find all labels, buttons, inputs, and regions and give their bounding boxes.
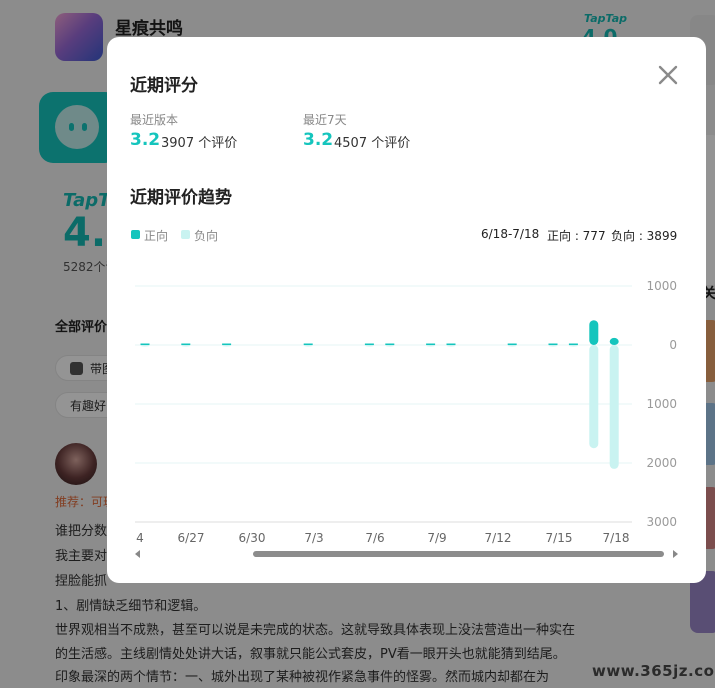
trend-title: 近期评价趋势 bbox=[130, 188, 232, 208]
x-tick-label: 7/3 bbox=[304, 531, 323, 545]
positive-bar bbox=[364, 343, 374, 345]
y-tick-label: 0 bbox=[669, 338, 677, 352]
trend-chart-svg: 1000 0 1000 2000 3000 4 6/27 6/30 7/3 7/6 7/9 7/12 7… bbox=[135, 279, 677, 545]
x-tick-label: 6/27 bbox=[178, 531, 205, 545]
rating-trend-modal: 近期评分 最近版本 3.2 3907 个评价 最近7天 3.2 4507 个评价… bbox=[107, 37, 706, 583]
negative-bar bbox=[507, 345, 517, 347]
summary-negative: 负向 : 3899 bbox=[611, 229, 678, 243]
scroll-thumb[interactable] bbox=[253, 551, 664, 557]
positive-bar bbox=[609, 337, 619, 345]
negative-bar bbox=[181, 345, 191, 347]
legend-negative-swatch bbox=[181, 230, 190, 239]
negative-bar bbox=[303, 345, 313, 347]
summary-positive: 正向 : 777 bbox=[547, 229, 606, 243]
x-tick-label: 7/9 bbox=[427, 531, 446, 545]
x-tick-label: 7/15 bbox=[546, 531, 573, 545]
positive-bar bbox=[426, 343, 436, 345]
negative-bar bbox=[385, 345, 395, 347]
close-button[interactable] bbox=[656, 63, 680, 87]
x-tick-label: 7/6 bbox=[365, 531, 384, 545]
negative-bar bbox=[446, 345, 456, 347]
negative-bar bbox=[364, 345, 374, 347]
positive-bar bbox=[303, 343, 313, 345]
positive-bar bbox=[446, 343, 456, 345]
x-tick-label: 7/18 bbox=[603, 531, 630, 545]
stat-label-version: 最近版本 bbox=[130, 113, 179, 127]
negative-bar bbox=[222, 345, 232, 347]
stat-label-7days: 最近7天 bbox=[303, 113, 347, 127]
positive-bar bbox=[181, 343, 191, 345]
close-icon bbox=[658, 65, 678, 85]
legend-negative[interactable]: 负向 bbox=[194, 227, 218, 244]
positive-bar bbox=[568, 343, 578, 345]
y-tick-label: 2000 bbox=[646, 456, 677, 470]
y-tick-label: 3000 bbox=[646, 515, 677, 529]
positive-bar bbox=[140, 343, 150, 345]
negative-bar bbox=[589, 345, 599, 449]
negative-bar bbox=[568, 345, 578, 347]
positive-bar bbox=[385, 343, 395, 345]
x-tick-label: 4 bbox=[136, 531, 144, 545]
y-tick-label: 1000 bbox=[646, 397, 677, 411]
positive-bar bbox=[222, 343, 232, 345]
stat-count-version: 3907 个评价 bbox=[161, 136, 238, 151]
negative-bar bbox=[548, 345, 558, 347]
trend-chart: 1000 0 1000 2000 3000 4 6/27 6/30 7/3 7/6 7/9 7/12 7… bbox=[107, 267, 706, 557]
negative-bar bbox=[609, 345, 619, 469]
x-tick-label: 7/12 bbox=[485, 531, 512, 545]
legend-positive-swatch bbox=[131, 230, 140, 239]
scroll-left-icon[interactable] bbox=[135, 550, 140, 558]
x-tick-label: 6/30 bbox=[239, 531, 266, 545]
stat-count-7days: 4507 个评价 bbox=[334, 136, 411, 151]
recent-rating-title: 近期评分 bbox=[130, 76, 198, 96]
positive-bar bbox=[507, 343, 517, 345]
negative-bar bbox=[426, 345, 436, 347]
stat-score-7days: 3.2 bbox=[303, 130, 334, 150]
stat-score-version: 3.2 bbox=[130, 130, 161, 150]
scroll-right-icon[interactable] bbox=[673, 550, 678, 558]
summary-range: 6/18-7/18 bbox=[481, 227, 540, 241]
negative-bar bbox=[140, 345, 150, 347]
legend-positive[interactable]: 正向 bbox=[144, 227, 168, 244]
y-tick-label: 1000 bbox=[646, 279, 677, 293]
positive-bar bbox=[548, 343, 558, 345]
chart-scrollbar[interactable] bbox=[135, 549, 680, 559]
positive-bar bbox=[589, 320, 599, 345]
